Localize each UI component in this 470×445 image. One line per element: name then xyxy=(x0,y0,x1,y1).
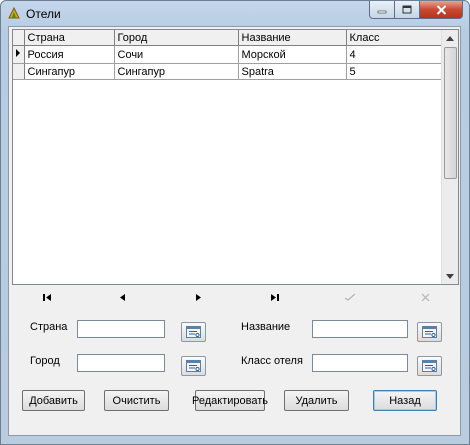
scroll-down-icon xyxy=(446,273,454,279)
title-bar[interactable]: Отели xyxy=(1,1,469,25)
window-title: Отели xyxy=(26,7,61,21)
lookup-list-icon xyxy=(186,326,201,338)
column-header-country[interactable]: Страна xyxy=(24,30,115,46)
column-header-name[interactable]: Название xyxy=(238,30,347,46)
app-icon[interactable] xyxy=(7,6,21,20)
hotels-window: Отели Страна Город Название Класс Россия… xyxy=(0,0,470,445)
row-indicator[interactable] xyxy=(13,45,25,64)
scroll-down-button[interactable] xyxy=(442,268,458,284)
maximize-icon xyxy=(402,5,412,14)
column-header-class[interactable]: Класс xyxy=(346,30,444,46)
hotels-grid[interactable]: Страна Город Название Класс Россия Сочи … xyxy=(12,29,459,285)
scroll-up-icon xyxy=(446,35,454,41)
maximize-button[interactable] xyxy=(395,1,420,19)
next-record-icon xyxy=(196,293,201,301)
close-button[interactable] xyxy=(420,1,463,19)
city-label: Город xyxy=(30,355,60,367)
cell-city[interactable]: Сочи xyxy=(114,45,239,64)
grid-header-row: Страна Город Название Класс xyxy=(13,30,444,46)
hotels-table: Страна Город Название Класс Россия Сочи … xyxy=(13,30,444,80)
country-label: Страна xyxy=(30,321,68,333)
cell-name[interactable]: Морской xyxy=(238,45,347,64)
name-lookup-button[interactable] xyxy=(417,322,442,342)
class-field[interactable] xyxy=(312,354,408,372)
table-row[interactable]: Сингапур Сингапур Spatra 5 xyxy=(13,63,444,80)
lookup-list-icon xyxy=(422,360,437,372)
scroll-thumb[interactable] xyxy=(444,47,457,179)
prior-record-button[interactable] xyxy=(103,286,143,308)
back-button[interactable]: Назад xyxy=(373,390,437,411)
client-area: Страна Город Название Класс Россия Сочи … xyxy=(8,26,461,436)
country-lookup-button[interactable] xyxy=(181,322,206,342)
class-label: Класс отеля xyxy=(241,355,303,367)
name-label: Название xyxy=(241,321,291,333)
name-field[interactable] xyxy=(312,320,408,338)
last-record-icon xyxy=(270,293,279,301)
row-indicator[interactable] xyxy=(13,63,25,80)
close-icon xyxy=(436,4,446,15)
column-header-city[interactable]: Город xyxy=(114,30,239,46)
city-field[interactable] xyxy=(77,354,165,372)
scroll-up-button[interactable] xyxy=(442,30,458,46)
table-row[interactable]: Россия Сочи Морской 4 xyxy=(13,45,444,64)
cell-country[interactable]: Сингапур xyxy=(24,63,115,80)
cell-name[interactable]: Spatra xyxy=(238,63,347,80)
delete-button[interactable]: Удалить xyxy=(284,390,349,411)
last-record-button[interactable] xyxy=(254,286,294,308)
current-row-arrow-icon xyxy=(16,49,20,57)
cell-city[interactable]: Сингапур xyxy=(114,63,239,80)
city-lookup-button[interactable] xyxy=(181,356,206,376)
window-controls xyxy=(369,1,463,19)
prior-record-icon xyxy=(120,293,125,301)
first-record-button[interactable] xyxy=(27,286,67,308)
country-field[interactable] xyxy=(77,320,165,338)
minimize-icon xyxy=(377,10,387,13)
first-record-icon xyxy=(42,293,51,301)
edit-button[interactable]: Редактировать xyxy=(192,390,268,411)
cell-country[interactable]: Россия xyxy=(24,45,115,64)
clear-button[interactable]: Очистить xyxy=(104,390,169,411)
next-record-button[interactable] xyxy=(178,286,218,308)
cell-class[interactable]: 4 xyxy=(346,45,444,64)
indicator-header xyxy=(13,30,25,46)
lookup-list-icon xyxy=(422,326,437,338)
minimize-button[interactable] xyxy=(369,1,395,19)
cell-class[interactable]: 5 xyxy=(346,63,444,80)
lookup-list-icon xyxy=(186,360,201,372)
cancel-button[interactable] xyxy=(405,286,445,308)
grid-vertical-scrollbar[interactable] xyxy=(441,30,458,284)
post-icon xyxy=(344,293,356,301)
add-button[interactable]: Добавить xyxy=(22,390,85,411)
class-lookup-button[interactable] xyxy=(417,356,442,376)
post-button[interactable] xyxy=(330,286,370,308)
cancel-icon xyxy=(421,293,429,301)
